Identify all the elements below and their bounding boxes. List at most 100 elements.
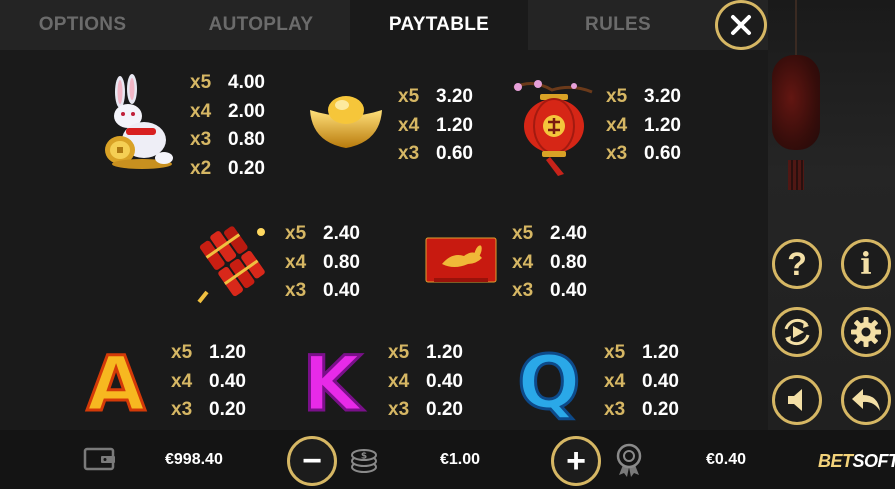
multiplier: x3 xyxy=(171,399,193,420)
payout-value: 2.40 xyxy=(323,223,360,244)
multiplier: x5 xyxy=(604,342,626,363)
autoplay-button[interactable] xyxy=(772,307,822,357)
balance-value: €998.40 xyxy=(165,450,223,468)
tab-autoplay[interactable]: AUTOPLAY xyxy=(176,0,346,50)
lantern-symbol-icon xyxy=(512,78,594,178)
close-icon xyxy=(731,15,751,35)
multiplier: x4 xyxy=(604,370,626,392)
lantern-payouts: x5 3.20 x4 1.20 x3 0.60 xyxy=(606,83,681,169)
payout-value: 0.80 xyxy=(550,251,587,273)
logo-text-soft: SOFT xyxy=(852,450,895,471)
svg-text:$: $ xyxy=(361,452,367,462)
multiplier: x5 xyxy=(190,72,212,93)
payout-value: 3.20 xyxy=(436,86,473,107)
multiplier: x5 xyxy=(285,223,307,244)
payout-value: 0.80 xyxy=(323,251,360,273)
multiplier: x3 xyxy=(190,129,212,150)
payout-value: 1.20 xyxy=(209,342,246,363)
multiplier: x4 xyxy=(398,114,420,136)
payout-value: 0.40 xyxy=(323,280,360,301)
payout-value: 0.40 xyxy=(642,370,679,392)
letter-k-symbol-icon: K xyxy=(296,338,368,430)
multiplier: x3 xyxy=(398,143,420,164)
tab-bar: OPTIONS AUTOPLAY PAYTABLE RULES xyxy=(0,0,768,50)
payout-value: 0.40 xyxy=(550,280,587,301)
multiplier: x4 xyxy=(388,370,410,392)
payout-value: 0.40 xyxy=(426,370,463,392)
autoplay-icon xyxy=(784,318,810,346)
close-button[interactable] xyxy=(715,0,767,50)
letter-a-symbol-icon: A xyxy=(78,338,154,430)
multiplier: x3 xyxy=(512,280,534,301)
payout-value: 3.20 xyxy=(644,86,681,107)
decrease-bet-button[interactable]: − xyxy=(287,436,337,486)
payout-value: 2.00 xyxy=(228,100,265,122)
multiplier: x4 xyxy=(285,251,307,273)
gear-icon xyxy=(851,317,881,347)
letter-a-glyph: A xyxy=(87,344,146,420)
lantern-background-decoration xyxy=(772,55,820,150)
payout-value: 1.20 xyxy=(642,342,679,363)
multiplier: x3 xyxy=(388,399,410,420)
tab-paytable[interactable]: PAYTABLE xyxy=(350,0,528,50)
payout-value: 0.20 xyxy=(228,157,265,179)
multiplier: x4 xyxy=(512,251,534,273)
payout-value: 0.20 xyxy=(209,399,246,420)
lantern-tassel-decoration xyxy=(788,160,804,190)
help-button[interactable]: ? xyxy=(772,239,822,289)
sound-button[interactable] xyxy=(772,375,822,425)
firecrackers-payouts: x5 2.40 x4 0.80 x3 0.40 xyxy=(285,220,360,306)
multiplier: x5 xyxy=(512,223,534,244)
info-button[interactable]: i xyxy=(841,239,891,289)
letter-a-payouts: x5 1.20 x4 0.40 x3 0.20 xyxy=(171,339,246,425)
bet-value: €1.00 xyxy=(440,450,481,468)
firecrackers-symbol-icon xyxy=(195,222,271,306)
multiplier: x5 xyxy=(606,86,628,107)
multiplier: x3 xyxy=(604,399,626,420)
settings-button[interactable] xyxy=(841,307,891,357)
back-button[interactable] xyxy=(841,375,891,425)
back-arrow-icon xyxy=(852,389,880,411)
wallet-icon xyxy=(83,445,117,473)
payout-value: 0.60 xyxy=(436,143,473,164)
letter-k-payouts: x5 1.20 x4 0.40 x3 0.20 xyxy=(388,339,463,425)
payout-value: 1.20 xyxy=(644,114,681,136)
multiplier: x3 xyxy=(606,143,628,164)
letter-q-symbol-icon: Q xyxy=(512,339,586,428)
payout-value: 0.20 xyxy=(426,399,463,420)
multiplier: x5 xyxy=(398,86,420,107)
betsoft-logo: BET SOFT xyxy=(818,448,895,474)
multiplier: x5 xyxy=(388,342,410,363)
payout-value: 0.20 xyxy=(642,399,679,420)
letter-k-glyph: K xyxy=(303,344,365,420)
tab-options[interactable]: OPTIONS xyxy=(0,0,165,50)
rabbit-symbol-icon xyxy=(102,74,180,172)
payout-value: 4.00 xyxy=(228,72,265,93)
rabbit-payouts: x5 4.00 x4 2.00 x3 0.80 x2 0.20 xyxy=(190,69,265,183)
speaker-icon xyxy=(788,389,802,411)
multiplier: x4 xyxy=(606,114,628,136)
coin-stack-icon: $ xyxy=(349,445,379,475)
increase-bet-button[interactable]: + xyxy=(551,436,601,486)
gold-ingot-payouts: x5 3.20 x4 1.20 x3 0.60 xyxy=(398,83,473,169)
payout-value: 2.40 xyxy=(550,223,587,244)
multiplier: x4 xyxy=(190,100,212,122)
payout-value: 0.80 xyxy=(228,129,265,150)
win-medal-icon xyxy=(614,443,644,477)
multiplier: x2 xyxy=(190,157,212,179)
win-value: €0.40 xyxy=(706,450,747,468)
red-envelope-symbol-icon xyxy=(424,234,498,286)
red-envelope-payouts: x5 2.40 x4 0.80 x3 0.40 xyxy=(512,220,587,306)
payout-value: 0.60 xyxy=(644,143,681,164)
payout-value: 1.20 xyxy=(426,342,463,363)
multiplier: x4 xyxy=(171,370,193,392)
letter-q-payouts: x5 1.20 x4 0.40 x3 0.20 xyxy=(604,339,679,425)
multiplier: x5 xyxy=(171,342,193,363)
tab-rules[interactable]: RULES xyxy=(532,0,704,50)
logo-text-bet: BET xyxy=(818,450,853,471)
lantern-string-decoration xyxy=(795,0,797,55)
letter-q-glyph: Q xyxy=(518,344,581,422)
payout-value: 0.40 xyxy=(209,370,246,392)
payout-value: 1.20 xyxy=(436,114,473,136)
gold-ingot-symbol-icon xyxy=(308,92,384,152)
